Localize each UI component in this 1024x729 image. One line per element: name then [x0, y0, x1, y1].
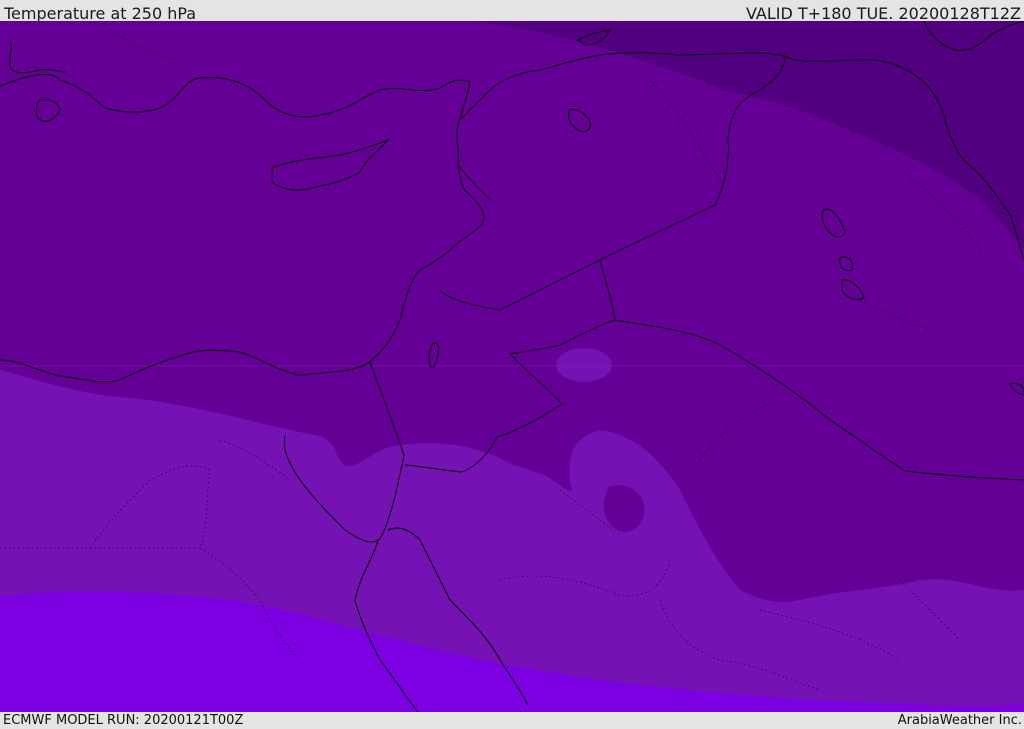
patch-light	[556, 348, 612, 382]
temperature-map	[0, 21, 1024, 712]
footer-bar: ECMWF MODEL RUN: 20200121T00Z ArabiaWeat…	[0, 712, 1024, 729]
model-run-label: ECMWF MODEL RUN: 20200121T00Z	[3, 713, 244, 728]
header-bar: Temperature at 250 hPa VALID T+180 TUE. …	[0, 0, 1024, 23]
map-area	[0, 21, 1024, 712]
credit-label: ArabiaWeather Inc.	[897, 713, 1022, 728]
